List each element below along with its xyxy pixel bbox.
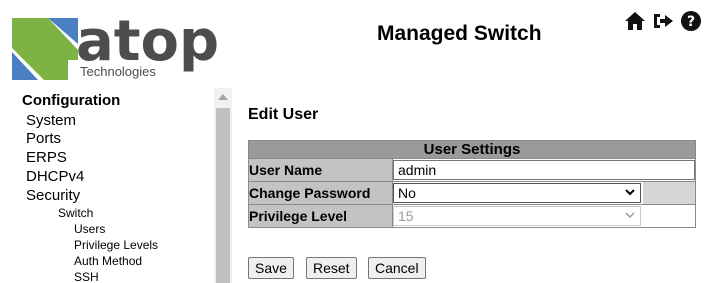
table-row: Change Password No [248, 181, 696, 205]
logout-icon[interactable] [652, 10, 674, 32]
sidebar-item-ssh[interactable]: SSH [74, 270, 99, 283]
chevron-down-icon [625, 212, 635, 219]
save-button[interactable]: Save [248, 257, 294, 279]
sidebar-item-users[interactable]: Users [74, 222, 105, 236]
privilege-level-value: 15 [398, 208, 414, 224]
home-icon[interactable] [624, 10, 646, 32]
reset-button[interactable]: Reset [306, 257, 357, 279]
sidebar-item-security[interactable]: Security [26, 187, 80, 204]
cancel-button[interactable]: Cancel [368, 257, 426, 279]
user-settings-table: User Settings User Name Change Password … [248, 140, 696, 228]
change-password-label: Change Password [248, 181, 393, 205]
sidebar-item-system[interactable]: System [26, 112, 76, 129]
sidebar-item-ports[interactable]: Ports [26, 130, 61, 147]
help-icon[interactable]: ? [680, 10, 702, 32]
svg-text:?: ? [687, 14, 695, 30]
scroll-up-arrow-icon[interactable] [218, 94, 228, 100]
sidebar-item-auth-method[interactable]: Auth Method [74, 254, 142, 268]
privilege-level-select: 15 [393, 206, 641, 226]
sidebar-item-switch[interactable]: Switch [58, 206, 93, 220]
user-name-input[interactable] [393, 160, 695, 180]
sidebar-item-dhcpv4[interactable]: DHCPv4 [26, 168, 84, 185]
atop-logo: atop Technologies [8, 9, 223, 82]
sidebar: Configuration System Ports ERPS DHCPv4 S… [0, 88, 232, 283]
table-header: User Settings [248, 140, 696, 159]
user-name-label: User Name [248, 158, 393, 182]
logo-subtitle: Technologies [80, 64, 156, 79]
privilege-level-label: Privilege Level [248, 204, 393, 228]
scrollbar-thumb[interactable] [216, 108, 230, 283]
sidebar-scrollbar[interactable] [214, 88, 232, 283]
sidebar-heading-configuration: Configuration [22, 92, 121, 109]
table-row: Privilege Level 15 [248, 204, 696, 228]
chevron-down-icon [625, 189, 635, 196]
page-header-title: Managed Switch [377, 22, 542, 45]
change-password-select[interactable]: No [393, 183, 641, 203]
sidebar-item-erps[interactable]: ERPS [26, 149, 67, 166]
page-title: Edit User [248, 106, 319, 123]
change-password-value: No [398, 185, 416, 201]
sidebar-item-privilege-levels[interactable]: Privilege Levels [74, 238, 158, 252]
table-row: User Name [248, 158, 696, 182]
